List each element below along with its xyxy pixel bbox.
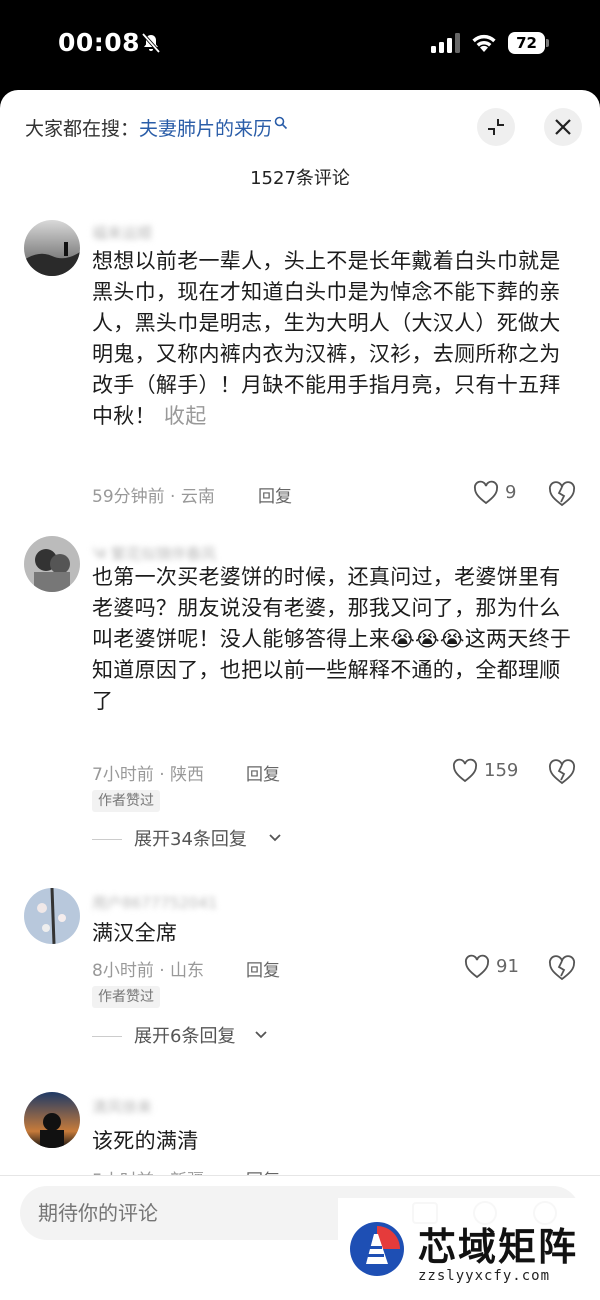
divider-line <box>92 839 122 840</box>
expand-replies-button[interactable]: 展开34条回复 <box>92 825 292 855</box>
comment-meta: 7小时前 · 陕西 <box>92 765 205 785</box>
battery-indicator: 72 <box>508 32 549 54</box>
author-liked-badge: 作者赞过 <box>92 986 160 1008</box>
username[interactable]: 福来运顺 <box>92 222 152 243</box>
comment-meta: 59分钟前 · 云南 <box>92 487 215 507</box>
heart-icon <box>453 758 477 783</box>
divider-line <box>92 1036 122 1037</box>
like-count: 91 <box>496 956 519 977</box>
broken-heart-icon[interactable] <box>548 758 576 786</box>
search-icon <box>274 116 288 130</box>
broken-heart-icon[interactable] <box>548 480 576 508</box>
author-liked-badge: 作者赞过 <box>92 790 160 812</box>
trending-search[interactable]: 大家都在搜：夫妻肺片的来历 <box>25 114 288 141</box>
comment-item: 福来运顺 想想以前老一辈人，头上不是长年戴着白头巾就是黑头巾，现在才知道白头巾是… <box>0 220 600 520</box>
trending-search-prefix: 大家都在搜： <box>25 118 140 140</box>
status-bar: 00:08 72 <box>0 0 600 90</box>
expand-replies-label: 展开34条回复 <box>134 829 247 850</box>
comment-item: ༄ 繁花似锦伴春风 也第一次买老婆饼的时候，还真问过，老婆饼里有老婆吗？朋友说没… <box>0 536 600 866</box>
comment-text: 满汉全席 <box>92 921 178 945</box>
avatar-landscape-image <box>24 220 80 276</box>
reply-button[interactable]: 回复 <box>258 482 292 507</box>
comments-sheet: 大家都在搜：夫妻肺片的来历 1527条评论 福来运顺 想想以前老一辈人，头上不是… <box>0 90 600 1300</box>
avatar-flower-image <box>24 888 80 944</box>
cellular-signal-icon <box>431 33 460 53</box>
watermark-url: zzslyyxcfy.com <box>418 1268 551 1284</box>
comment-count: 1527条评论 <box>250 168 350 189</box>
close-icon <box>555 119 571 135</box>
avatar-sunset-image <box>24 1092 80 1148</box>
collapse-text-link[interactable]: 收起 <box>164 404 207 428</box>
heart-icon <box>474 480 498 505</box>
avatar[interactable] <box>24 536 80 592</box>
battery-level: 72 <box>508 32 545 54</box>
reply-button[interactable]: 回复 <box>246 760 280 785</box>
trending-search-term[interactable]: 夫妻肺片的来历 <box>139 118 272 140</box>
avatar[interactable] <box>24 220 80 276</box>
watermark-title: 芯域矩阵 <box>418 1225 579 1269</box>
heart-icon <box>465 954 489 979</box>
broken-heart-icon[interactable] <box>548 954 576 982</box>
like-count: 159 <box>484 760 519 781</box>
chevron-down-icon <box>269 834 281 842</box>
status-time: 00:08 <box>58 28 141 57</box>
avatar[interactable] <box>24 888 80 944</box>
battery-cap <box>546 39 549 47</box>
like-count: 9 <box>505 482 517 503</box>
avatar[interactable] <box>24 1092 80 1148</box>
comment-item: 用户8677752041 满汉全席 8小时前 · 山东 回复 91 作者赞过 展… <box>0 888 600 1058</box>
expand-replies-button[interactable]: 展开6条回复 <box>92 1022 292 1052</box>
collapse-arrows-icon <box>488 119 504 135</box>
bell-mute-icon <box>141 32 161 54</box>
collapse-button[interactable] <box>477 108 515 146</box>
username[interactable]: 用户8677752041 <box>92 892 217 913</box>
wifi-icon <box>472 34 496 52</box>
comment-text: 该死的满清 <box>92 1129 199 1153</box>
comment-text: 想想以前老一辈人，头上不是长年戴着白头巾就是黑头巾，现在才知道白头巾是为悼念不能… <box>92 246 577 432</box>
close-button[interactable] <box>544 108 582 146</box>
comment-text: 也第一次买老婆饼的时候，还真问过，老婆饼里有老婆吗？朋友说没有老婆，那我又问了，… <box>92 565 572 713</box>
reply-button[interactable]: 回复 <box>246 956 280 981</box>
expand-replies-label: 展开6条回复 <box>134 1026 236 1047</box>
comment-body: 想想以前老一辈人，头上不是长年戴着白头巾就是黑头巾，现在才知道白头巾是为悼念不能… <box>92 249 561 428</box>
comment-meta: 8小时前 · 山东 <box>92 961 205 981</box>
watermark-logo <box>350 1222 404 1276</box>
username[interactable]: 清风徐来 <box>92 1096 152 1117</box>
chevron-down-icon <box>255 1031 267 1039</box>
avatar-portrait-image <box>24 536 80 592</box>
watermark: 芯域矩阵 zzslyyxcfy.com <box>338 1198 600 1300</box>
